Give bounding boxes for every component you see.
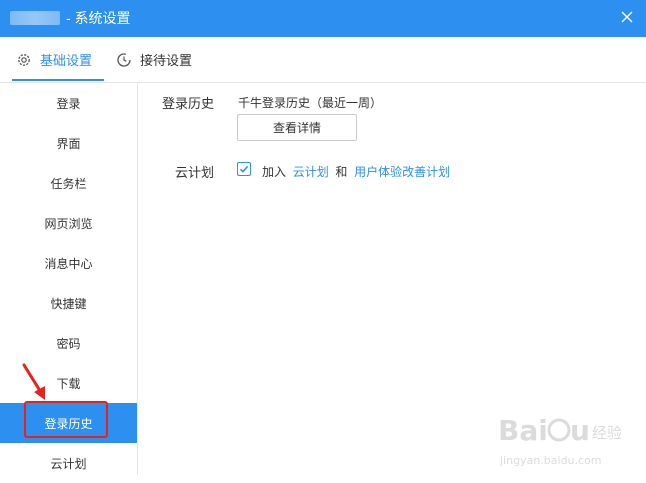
settings-tab-bar: 基础设置 接待设置 — [0, 37, 646, 83]
sidebar-item-web-browsing[interactable]: 网页浏览 — [0, 203, 137, 243]
clock-icon — [116, 52, 132, 68]
gear-icon — [16, 52, 32, 68]
cloud-plan-link[interactable]: 云计划 — [293, 165, 329, 179]
and-text: 和 — [335, 165, 348, 179]
window-title: - 系统设置 — [66, 10, 131, 26]
user-experience-plan-link[interactable]: 用户体验改善计划 — [354, 165, 450, 179]
sidebar-item-message-center[interactable]: 消息中心 — [0, 243, 137, 283]
sidebar-item-shortcuts[interactable]: 快捷键 — [0, 283, 137, 323]
join-text: 加入 — [262, 165, 287, 179]
cloud-plan-checkbox[interactable] — [237, 162, 251, 176]
tab-reception-settings-label: 接待设置 — [140, 53, 193, 68]
tab-reception-settings[interactable]: 接待设置 — [116, 37, 192, 82]
cloud-plan-text: 加入 云计划 和 用户体验改善计划 — [262, 163, 450, 180]
sidebar-item-cloud-plan[interactable]: 云计划 — [0, 443, 137, 483]
svg-text:Bai: Bai — [498, 414, 548, 447]
checkmark-icon — [239, 165, 249, 173]
tab-basic-settings[interactable]: 基础设置 — [16, 37, 92, 82]
active-tab-underline — [12, 79, 104, 81]
svg-text:u: u — [570, 414, 590, 447]
baidu-jingyan-watermark: Bai u 经验 jingyan.baidu.com — [498, 414, 622, 467]
sidebar-item-login[interactable]: 登录 — [0, 83, 137, 123]
sidebar-item-password[interactable]: 密码 — [0, 323, 137, 363]
close-button[interactable] — [614, 4, 640, 30]
svg-text:jingyan.baidu.com: jingyan.baidu.com — [499, 454, 602, 467]
sidebar-item-taskbar[interactable]: 任务栏 — [0, 163, 137, 203]
view-details-button[interactable]: 查看详情 — [237, 114, 357, 141]
cloud-plan-label: 云计划 — [175, 165, 215, 180]
close-icon — [621, 11, 633, 23]
login-history-description: 千牛登录历史（最近一周） — [238, 96, 383, 110]
sidebar-item-interface[interactable]: 界面 — [0, 123, 137, 163]
blurred-app-name — [10, 11, 60, 25]
red-arrow-icon — [22, 363, 45, 400]
title-bar: - 系统设置 — [0, 0, 646, 37]
settings-sidebar: 登录 界面 任务栏 网页浏览 消息中心 快捷键 密码 下载 登录历史 云计划 — [0, 83, 138, 475]
sidebar-item-login-history[interactable]: 登录历史 — [0, 403, 137, 443]
tab-basic-settings-label: 基础设置 — [40, 53, 93, 68]
svg-text:经验: 经验 — [592, 424, 622, 442]
login-history-label: 登录历史 — [162, 96, 215, 111]
